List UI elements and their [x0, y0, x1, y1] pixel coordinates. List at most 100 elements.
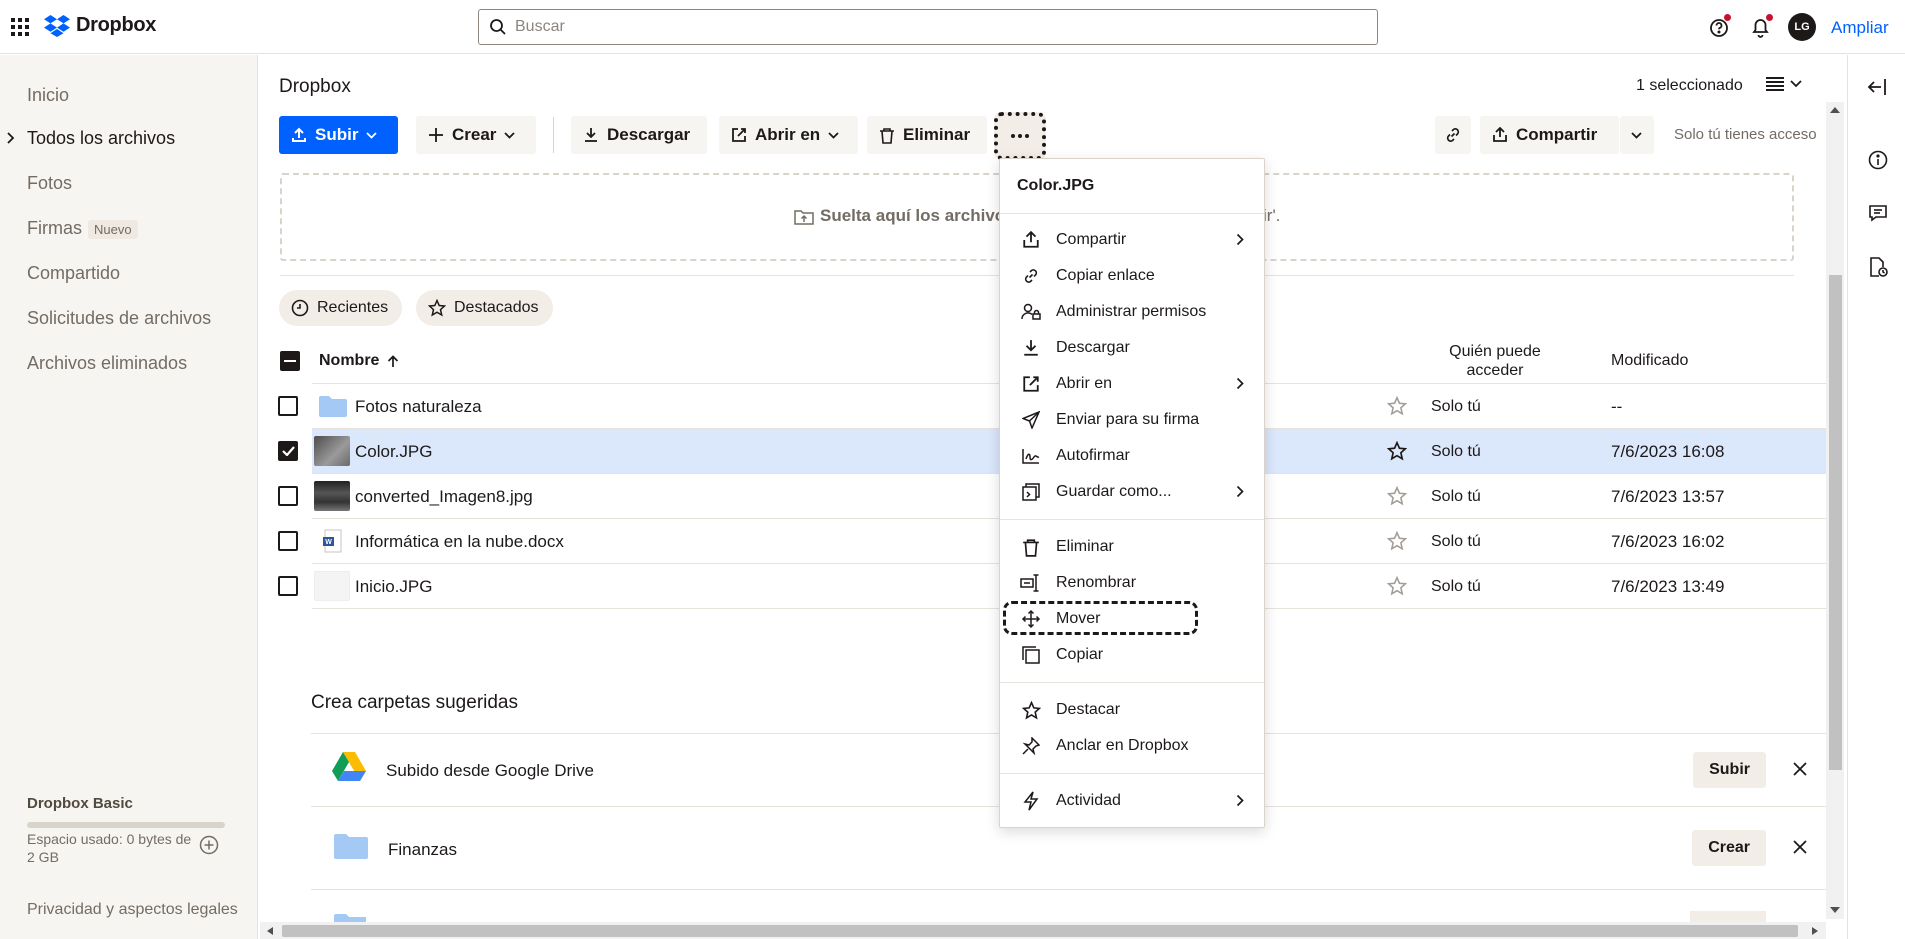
- access-value: Solo tú: [1431, 578, 1481, 595]
- copy-link-button[interactable]: [1435, 116, 1471, 154]
- menu-item-copy[interactable]: Copiar: [1020, 640, 1244, 670]
- sidebar-item-compartido[interactable]: Compartido: [27, 263, 120, 284]
- image-thumbnail: [314, 481, 350, 511]
- row-checkbox[interactable]: [278, 486, 298, 506]
- access-note: Solo tú tienes acceso: [1674, 126, 1817, 143]
- download-label: Descargar: [607, 125, 691, 144]
- menu-item-download[interactable]: Descargar: [1020, 333, 1244, 363]
- avatar[interactable]: LG: [1788, 13, 1816, 41]
- open-in-button[interactable]: Abrir en: [719, 116, 858, 154]
- file-name[interactable]: Color.JPG: [355, 442, 432, 462]
- menu-item-star[interactable]: Destacar: [1020, 695, 1244, 725]
- upload-button[interactable]: Subir: [279, 116, 398, 154]
- scroll-right-arrow-icon[interactable]: [1811, 926, 1819, 936]
- scroll-down-arrow-icon[interactable]: [1829, 906, 1841, 914]
- vertical-scroll-thumb[interactable]: [1829, 275, 1842, 770]
- view-toggle[interactable]: [1766, 76, 1802, 92]
- column-name-label: Nombre: [319, 352, 380, 369]
- storage-usage-text: Espacio usado: 0 bytes de 2 GB: [27, 831, 192, 865]
- sidebar-item-fotos[interactable]: Fotos: [27, 173, 72, 194]
- menu-item-copy-link[interactable]: Copiar enlace: [1020, 261, 1244, 291]
- menu-item-rename[interactable]: Renombrar: [1020, 568, 1244, 598]
- menu-item-activity[interactable]: Actividad: [1020, 786, 1244, 816]
- file-name[interactable]: converted_Imagen8.jpg: [355, 487, 533, 507]
- sidebar-item-firmas[interactable]: Firmas Nuevo: [27, 218, 138, 239]
- page-title: Dropbox: [279, 76, 351, 97]
- column-who-header[interactable]: Quién puede acceder: [1435, 342, 1555, 380]
- star-icon[interactable]: [1387, 576, 1407, 596]
- close-icon[interactable]: [1792, 761, 1808, 777]
- share-options-button[interactable]: [1620, 116, 1654, 154]
- menu-item-manage-permissions[interactable]: Administrar permisos: [1020, 297, 1244, 327]
- star-icon[interactable]: [1387, 396, 1407, 416]
- scroll-left-arrow-icon[interactable]: [266, 926, 274, 936]
- chevron-right-icon: [1236, 794, 1244, 807]
- chevron-right-icon[interactable]: [6, 131, 16, 145]
- file-name[interactable]: Inicio.JPG: [355, 577, 432, 597]
- download-button[interactable]: Descargar: [571, 116, 707, 154]
- dropbox-logo[interactable]: Dropbox: [44, 14, 156, 37]
- menu-item-pin[interactable]: Anclar en Dropbox: [1020, 731, 1244, 761]
- sidebar: Inicio Todos los archivos Fotos Firmas Nu…: [0, 55, 258, 939]
- file-name[interactable]: Fotos naturaleza: [355, 397, 482, 417]
- search-input[interactable]: [515, 18, 1335, 36]
- file-activity-icon[interactable]: [1868, 256, 1888, 278]
- menu-item-delete[interactable]: Eliminar: [1020, 532, 1244, 562]
- close-icon[interactable]: [1792, 839, 1808, 855]
- menu-item-open-in[interactable]: Abrir en: [1020, 369, 1244, 399]
- info-icon[interactable]: [1868, 150, 1888, 170]
- star-icon[interactable]: [1387, 531, 1407, 551]
- share-label: Compartir: [1516, 125, 1598, 144]
- create-button[interactable]: Crear: [416, 116, 536, 154]
- menu-item-label: Copiar: [1056, 646, 1104, 663]
- delete-button[interactable]: Eliminar: [867, 116, 987, 154]
- row-checkbox[interactable]: [278, 441, 298, 461]
- folder-icon: [334, 833, 368, 859]
- star-icon[interactable]: [1387, 486, 1407, 506]
- filter-starred-chip[interactable]: Destacados: [416, 290, 553, 326]
- more-actions-button[interactable]: [994, 112, 1046, 160]
- help-icon[interactable]: [1709, 14, 1731, 38]
- share-button[interactable]: Compartir: [1480, 116, 1619, 154]
- chevron-down-icon: [828, 131, 839, 139]
- collapse-panel-icon[interactable]: [1867, 78, 1887, 96]
- add-storage-icon[interactable]: [199, 835, 219, 855]
- menu-divider: [1000, 519, 1264, 520]
- suggestion-create-button[interactable]: Crear: [1692, 830, 1766, 866]
- privacy-legal-link[interactable]: Privacidad y aspectos legales: [27, 901, 238, 919]
- upgrade-link[interactable]: Ampliar: [1831, 18, 1889, 38]
- scroll-up-arrow-icon[interactable]: [1829, 106, 1841, 114]
- filter-recent-chip[interactable]: Recientes: [279, 290, 403, 326]
- plan-name[interactable]: Dropbox Basic: [27, 795, 133, 812]
- share-icon: [1492, 127, 1508, 143]
- search-box[interactable]: [478, 9, 1378, 45]
- row-checkbox[interactable]: [278, 531, 298, 551]
- star-icon[interactable]: [1387, 441, 1407, 461]
- comment-icon[interactable]: [1868, 204, 1888, 222]
- menu-item-send-for-signature[interactable]: Enviar para su firma: [1020, 405, 1244, 435]
- star-icon: [1020, 699, 1042, 721]
- horizontal-scroll-thumb[interactable]: [282, 925, 1798, 937]
- sidebar-item-inicio[interactable]: Inicio: [27, 85, 69, 106]
- right-rail: [1847, 55, 1905, 939]
- sidebar-item-archivos-eliminados[interactable]: Archivos eliminados: [27, 353, 187, 374]
- folder-icon: [319, 395, 347, 417]
- column-name-header[interactable]: Nombre: [319, 352, 399, 370]
- bell-icon[interactable]: [1750, 14, 1773, 39]
- menu-item-save-as[interactable]: Guardar como...: [1020, 477, 1244, 507]
- suggestion-upload-button[interactable]: Subir: [1693, 752, 1766, 788]
- menu-item-self-sign[interactable]: Autofirmar: [1020, 441, 1244, 471]
- menu-item-share[interactable]: Compartir: [1020, 225, 1244, 255]
- download-icon: [1020, 337, 1042, 359]
- sidebar-item-solicitudes[interactable]: Solicitudes de archivos: [27, 308, 211, 329]
- chevron-down-icon: [504, 131, 516, 139]
- menu-item-label: Administrar permisos: [1056, 303, 1207, 320]
- chevron-right-icon: [1236, 485, 1244, 498]
- column-modified-header[interactable]: Modificado: [1611, 352, 1688, 370]
- row-checkbox[interactable]: [278, 576, 298, 596]
- row-checkbox[interactable]: [278, 396, 298, 416]
- select-all-checkbox[interactable]: [280, 351, 300, 371]
- sidebar-item-todos-los-archivos[interactable]: Todos los archivos: [27, 128, 175, 149]
- app-grid-icon[interactable]: [10, 17, 30, 37]
- file-name[interactable]: Informática en la nube.docx: [355, 532, 564, 552]
